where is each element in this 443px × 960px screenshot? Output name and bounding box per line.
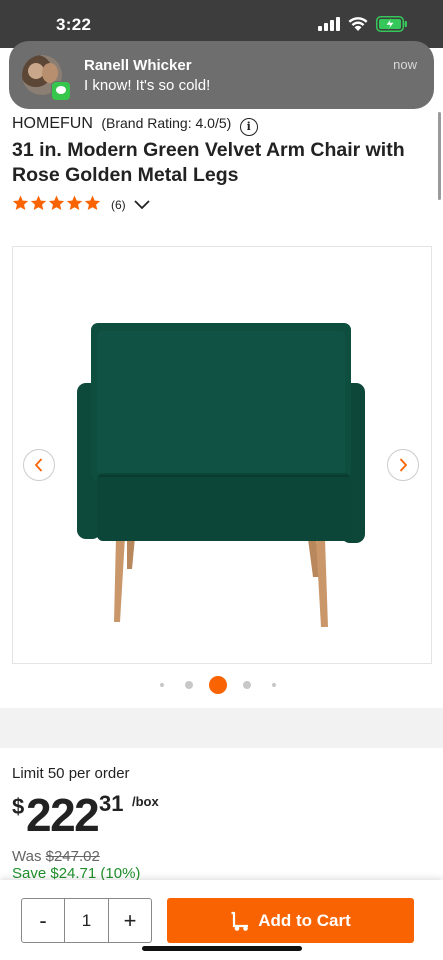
scrollbar[interactable] xyxy=(438,112,441,200)
increase-quantity-button[interactable]: + xyxy=(109,899,151,942)
star-icon xyxy=(66,195,83,211)
order-limit: Limit 50 per order xyxy=(12,765,130,782)
previous-image-button[interactable] xyxy=(23,449,55,481)
quantity-input[interactable]: 1 xyxy=(64,899,109,942)
was-price: Was $247.02 xyxy=(12,848,100,865)
price-currency: $ xyxy=(12,794,25,819)
gallery-dot-active[interactable] xyxy=(209,676,227,694)
info-icon[interactable]: i xyxy=(239,118,258,136)
notification-time: now xyxy=(393,57,417,72)
product-image xyxy=(77,323,365,627)
quantity-stepper: - 1 + xyxy=(21,898,152,943)
chevron-right-icon xyxy=(399,458,408,472)
chevron-left-icon xyxy=(34,458,43,472)
dolly-icon xyxy=(231,911,249,931)
section-divider xyxy=(0,708,443,748)
next-image-button[interactable] xyxy=(387,449,419,481)
star-rating[interactable] xyxy=(12,195,102,216)
product-image-gallery[interactable] xyxy=(12,246,432,664)
brand-line: HOMEFUN (Brand Rating: 4.0/5) i xyxy=(12,115,258,136)
price-cents: 31 xyxy=(99,791,124,816)
price-unit: /box xyxy=(132,794,159,809)
status-time: 3:22 xyxy=(56,15,92,34)
gallery-dot[interactable] xyxy=(160,683,164,687)
home-indicator[interactable] xyxy=(142,946,302,951)
add-to-cart-label: Add to Cart xyxy=(258,910,351,930)
gallery-dot[interactable] xyxy=(243,681,251,689)
star-icon xyxy=(48,195,65,211)
add-to-cart-button[interactable]: Add to Cart xyxy=(167,898,414,943)
star-icon xyxy=(84,195,101,211)
notification-sender: Ranell Whicker xyxy=(84,57,192,74)
gallery-dot[interactable] xyxy=(272,683,276,687)
gallery-dot[interactable] xyxy=(185,681,193,689)
message-notification[interactable]: Ranell Whicker I know! It's so cold! now xyxy=(9,41,434,109)
gallery-pagination xyxy=(0,676,443,694)
product-title: 31 in. Modern Green Velvet Arm Chair wit… xyxy=(12,139,405,186)
brand-rating: (Brand Rating: 4.0/5) xyxy=(101,115,232,131)
chevron-down-icon[interactable] xyxy=(133,198,151,216)
messages-icon xyxy=(51,81,71,101)
battery-charging-icon xyxy=(376,16,408,37)
price-dollars: 222 xyxy=(26,789,100,841)
notification-message: I know! It's so cold! xyxy=(84,77,211,94)
cellular-signal-icon xyxy=(318,17,342,36)
brand-name[interactable]: HOMEFUN xyxy=(12,115,93,132)
star-icon xyxy=(30,195,47,211)
wifi-icon xyxy=(347,15,369,37)
review-count[interactable]: (6) xyxy=(111,198,126,212)
star-icon xyxy=(12,195,29,211)
was-amount: $247.02 xyxy=(45,848,100,865)
decrease-quantity-button[interactable]: - xyxy=(22,899,64,942)
was-label: Was xyxy=(12,848,42,865)
